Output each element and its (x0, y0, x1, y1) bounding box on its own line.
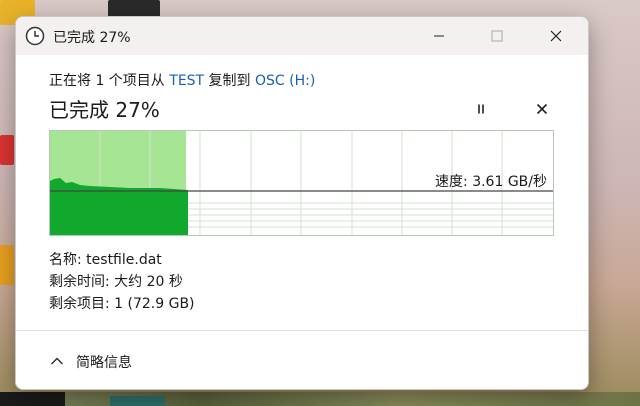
desktop-icon-3[interactable] (0, 135, 14, 165)
desktop-bottom-strip (0, 392, 640, 406)
source-link[interactable]: TEST (169, 73, 204, 89)
items-remaining: 剩余项目: 1 (72.9 GB) (49, 296, 195, 312)
footer-divider (16, 330, 588, 331)
speed-graph: 速度: 3.61 GB/秒 (49, 130, 554, 236)
copy-progress-dialog: 已完成 27% 正在将 1 个项目从 TEST 复制到 OSC (H:) 已完成… (15, 16, 589, 390)
close-button[interactable] (528, 17, 584, 55)
copy-description-prefix: 正在将 1 个项目从 (49, 73, 170, 89)
fewer-details-toggle[interactable]: 简略信息 (50, 352, 132, 372)
window-title: 已完成 27% (53, 30, 131, 46)
maximize-button[interactable] (469, 17, 525, 55)
file-name: 名称: testfile.dat (49, 252, 162, 268)
maximize-icon (491, 27, 503, 46)
chevron-up-icon (50, 354, 76, 370)
copy-description-middle: 复制到 (204, 73, 256, 89)
progress-title: 已完成 27% (49, 98, 160, 122)
cancel-button[interactable] (532, 99, 552, 119)
time-remaining: 剩余时间: 大约 20 秒 (49, 274, 183, 290)
pause-icon (475, 100, 487, 119)
destination-link[interactable]: OSC (H:) (255, 73, 315, 89)
clock-icon (25, 26, 45, 46)
desktop-icon-4[interactable] (0, 245, 14, 285)
close-icon (550, 27, 562, 46)
minimize-button[interactable] (411, 17, 467, 55)
speed-label: 速度: 3.61 GB/秒 (435, 174, 547, 190)
pause-button[interactable] (471, 99, 491, 119)
fewer-details-label: 简略信息 (76, 355, 132, 371)
minimize-icon (433, 27, 445, 46)
desktop-thumbnail[interactable] (110, 396, 165, 406)
title-bar[interactable]: 已完成 27% (16, 17, 588, 55)
cancel-icon (536, 100, 548, 119)
copy-description: 正在将 1 个项目从 TEST 复制到 OSC (H:) (49, 70, 315, 90)
